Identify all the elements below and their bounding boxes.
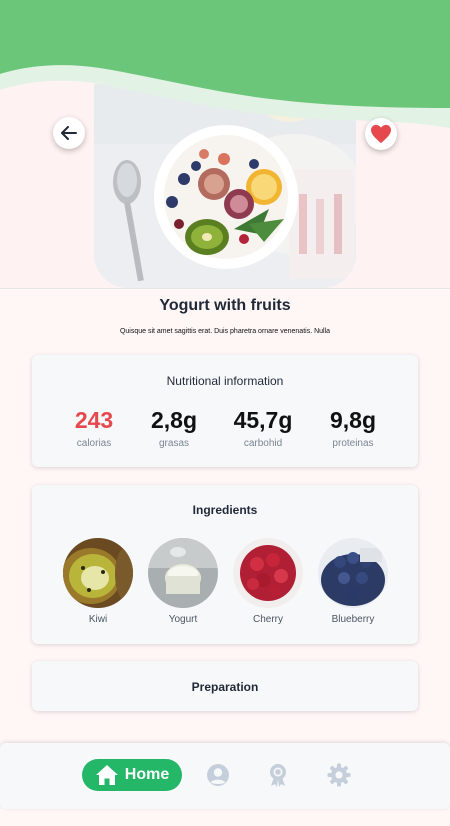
- nutrition-title: Nutritional information: [166, 374, 284, 388]
- heart-icon: [371, 124, 391, 144]
- blueberry-image: [318, 538, 388, 608]
- recipe-description: Quisque sit amet sagittis erat. Duis pha…: [119, 328, 331, 335]
- stat-fat: 2,8g grasas: [134, 407, 214, 449]
- header-wave: [0, 0, 450, 128]
- preparation-card[interactable]: Preparation: [32, 661, 418, 711]
- award-icon[interactable]: [266, 763, 290, 787]
- recipe-title: Yogurt with fruits: [159, 297, 291, 314]
- ingredient-label: Cherry: [252, 614, 283, 625]
- nav-home-label: Home: [124, 766, 170, 783]
- kiwi-image: [63, 538, 133, 608]
- stat-label: grasas: [158, 438, 189, 449]
- favorite-button[interactable]: [365, 118, 397, 150]
- user-icon[interactable]: [206, 763, 230, 787]
- stat-value: 2,8g: [150, 407, 198, 433]
- ingredient-blueberry[interactable]: Blueberry: [313, 538, 393, 625]
- ingredient-kiwi[interactable]: Kiwi: [58, 538, 138, 625]
- bottom-navbar: Home: [0, 743, 450, 809]
- back-button[interactable]: [53, 117, 85, 149]
- nav-home-button[interactable]: Home: [82, 759, 182, 791]
- ingredients-card: Ingredients Kiwi Yogurt Cherry Blueberry: [32, 485, 418, 644]
- stat-value: 9,8g: [329, 407, 377, 433]
- ingredient-label: Blueberry: [331, 614, 375, 625]
- recipe-hero: [0, 0, 450, 289]
- ingredient-cherry[interactable]: Cherry: [228, 538, 308, 625]
- stat-label: carbohid: [243, 438, 283, 449]
- ingredient-label: Kiwi: [88, 614, 108, 625]
- stat-calories: 243 calorias: [54, 407, 134, 449]
- ingredients-title: Ingredients: [192, 503, 258, 517]
- stat-value: 243: [74, 407, 114, 433]
- nutrition-card: Nutritional information 243 calorias 2,8…: [32, 355, 418, 467]
- yogurt-image: [148, 538, 218, 608]
- stat-label: calorias: [76, 438, 112, 449]
- stat-label: proteinas: [332, 438, 374, 449]
- stat-carbs: 45,7g carbohid: [223, 407, 303, 449]
- ingredient-label: Yogurt: [168, 614, 198, 625]
- cherry-image: [233, 538, 303, 608]
- arrow-left-icon: [61, 126, 77, 140]
- ingredient-yogurt[interactable]: Yogurt: [143, 538, 223, 625]
- stat-protein: 9,8g proteinas: [313, 407, 393, 449]
- settings-icon[interactable]: [327, 763, 351, 787]
- stat-value: 45,7g: [233, 407, 293, 433]
- home-icon: [95, 765, 118, 785]
- preparation-title: Preparation: [191, 680, 259, 694]
